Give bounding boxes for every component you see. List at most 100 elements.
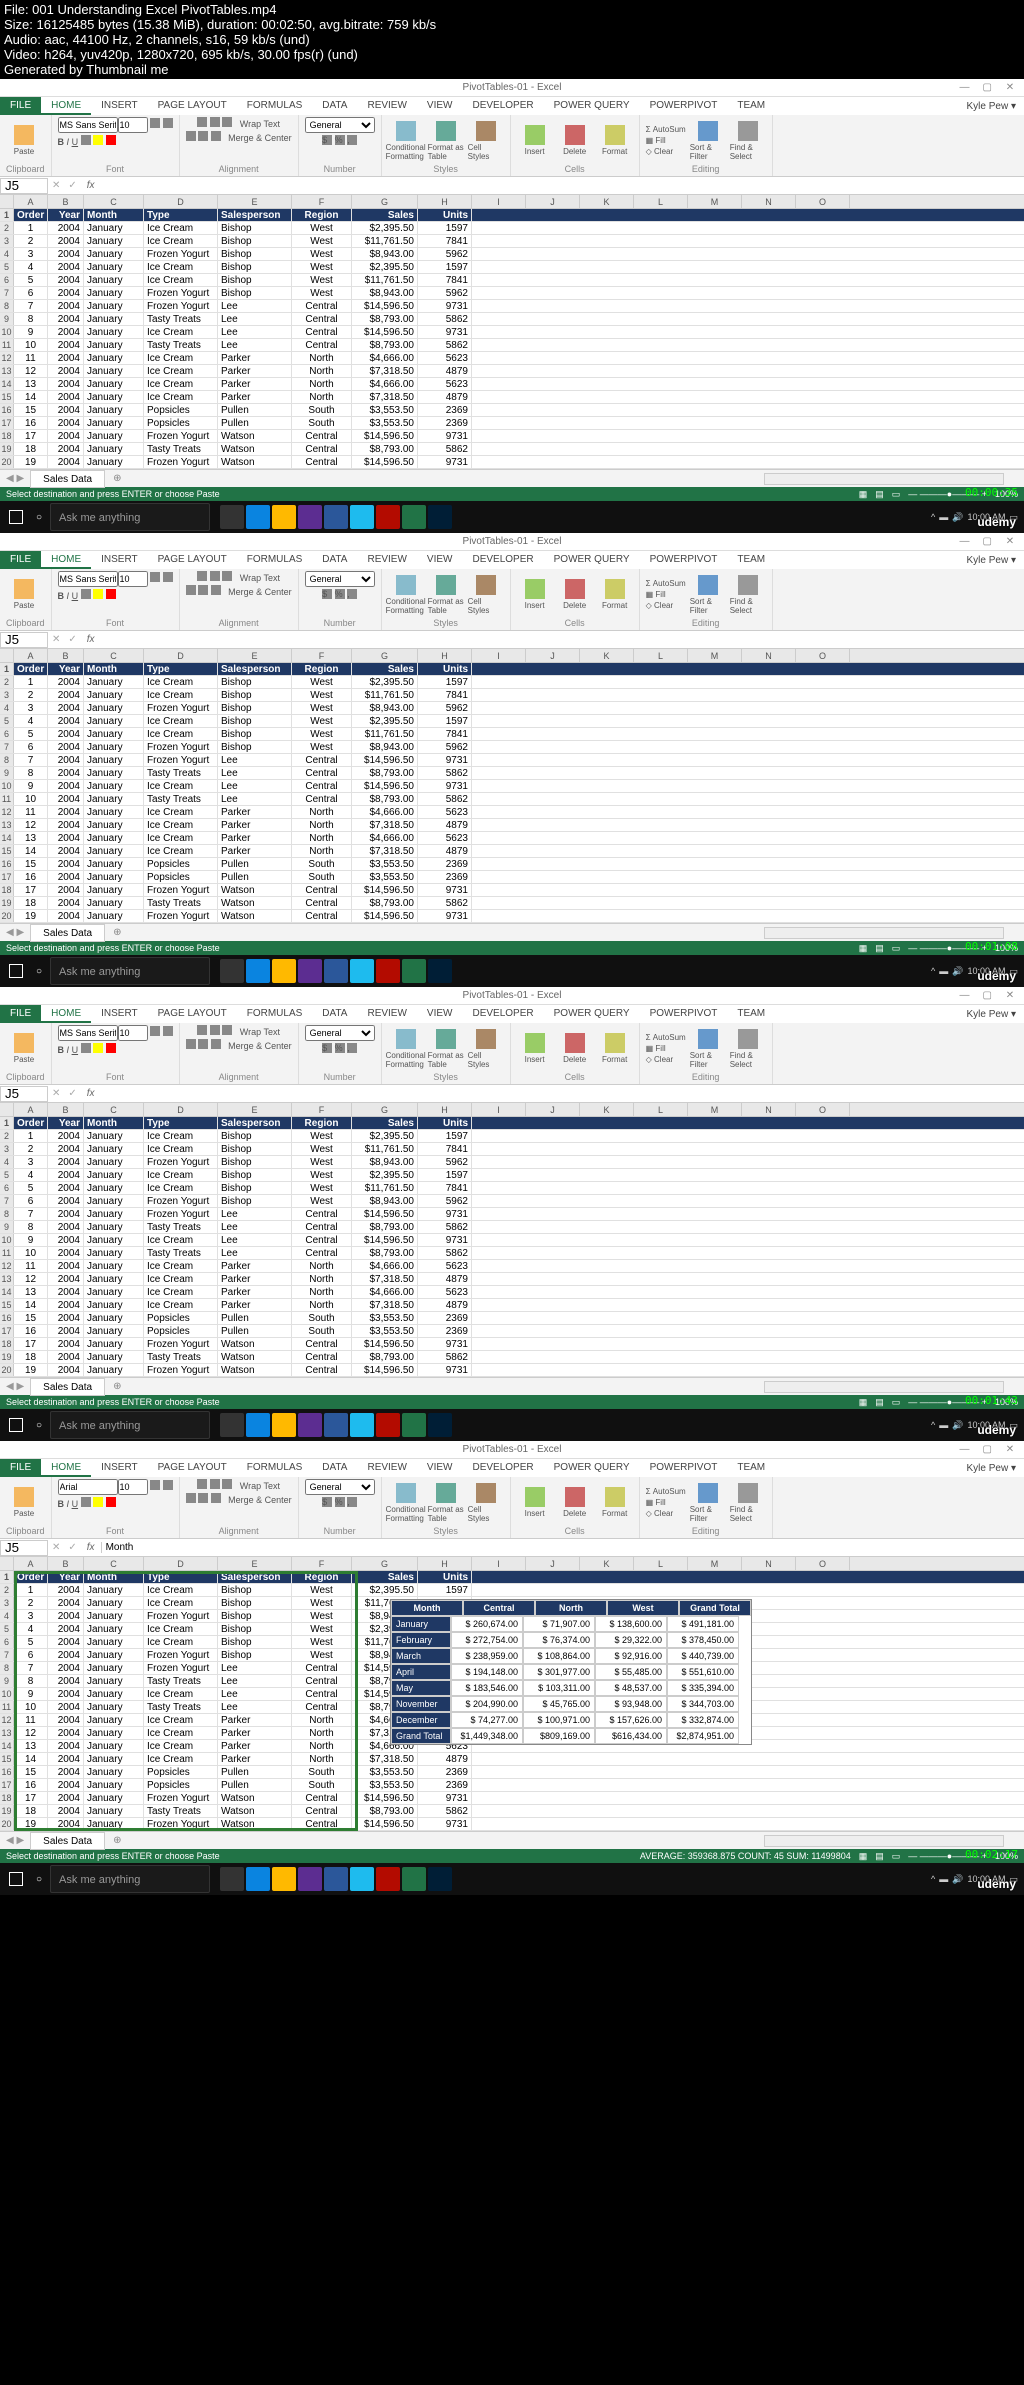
cell-region[interactable]: West bbox=[292, 1143, 352, 1155]
col-header-L[interactable]: L bbox=[634, 195, 688, 208]
view-normal-icon[interactable]: ▦ bbox=[859, 1849, 868, 1863]
cell-year[interactable]: 2004 bbox=[48, 793, 84, 805]
pivot-cell[interactable]: $ 48,537.00 bbox=[595, 1680, 667, 1696]
enter-icon[interactable]: ✓ bbox=[64, 180, 80, 191]
tray-volume-icon[interactable]: 🔊 bbox=[952, 1874, 963, 1885]
cell-month[interactable]: January bbox=[84, 222, 144, 234]
cell-month[interactable]: January bbox=[84, 1156, 144, 1168]
cell-units[interactable]: 5862 bbox=[418, 339, 472, 351]
ribbon-tab-team[interactable]: TEAM bbox=[727, 97, 775, 115]
cell-salesperson[interactable]: Pullen bbox=[218, 871, 292, 883]
cell-sales[interactable]: $8,793.00 bbox=[352, 793, 418, 805]
cell-region[interactable]: North bbox=[292, 819, 352, 831]
cell-year[interactable]: 2004 bbox=[48, 1143, 84, 1155]
percent-icon[interactable]: % bbox=[335, 589, 345, 599]
cell-month[interactable]: January bbox=[84, 261, 144, 273]
cell-year[interactable]: 2004 bbox=[48, 326, 84, 338]
row-number[interactable]: 18 bbox=[0, 1792, 14, 1804]
cell-units[interactable]: 9731 bbox=[418, 1338, 472, 1350]
col-header-D[interactable]: D bbox=[144, 649, 218, 662]
number-format-select[interactable]: General bbox=[305, 571, 375, 587]
row-number[interactable]: 15 bbox=[0, 845, 14, 857]
fill-button[interactable]: ▦ Fill bbox=[646, 589, 686, 600]
row-number[interactable]: 6 bbox=[0, 1636, 14, 1648]
cell-salesperson[interactable]: Parker bbox=[218, 1286, 292, 1298]
col-header-M[interactable]: M bbox=[688, 649, 742, 662]
header-region[interactable]: Region bbox=[292, 1571, 352, 1583]
cell-month[interactable]: January bbox=[84, 404, 144, 416]
cell-region[interactable]: West bbox=[292, 274, 352, 286]
underline-button[interactable]: U bbox=[72, 1045, 79, 1055]
pivot-cell[interactable]: $2,874,951.00 bbox=[667, 1728, 739, 1744]
delete-cells-button[interactable]: Delete bbox=[557, 125, 593, 156]
cell-units[interactable]: 9731 bbox=[418, 1234, 472, 1246]
row-number[interactable]: 10 bbox=[0, 1234, 14, 1246]
col-header-E[interactable]: E bbox=[218, 649, 292, 662]
row-number[interactable]: 4 bbox=[0, 248, 14, 260]
cell-year[interactable]: 2004 bbox=[48, 378, 84, 390]
cell-year[interactable]: 2004 bbox=[48, 1818, 84, 1830]
cell-units[interactable]: 5862 bbox=[418, 1805, 472, 1817]
cell-region[interactable]: South bbox=[292, 1325, 352, 1337]
cell-order[interactable]: 5 bbox=[14, 1636, 48, 1648]
visual-studio-icon[interactable] bbox=[298, 1413, 322, 1437]
cell-region[interactable]: West bbox=[292, 1584, 352, 1596]
cell-year[interactable]: 2004 bbox=[48, 1130, 84, 1142]
header-month[interactable]: Month bbox=[84, 209, 144, 221]
cell-order[interactable]: 10 bbox=[14, 1701, 48, 1713]
tray-network-icon[interactable]: ▬ bbox=[939, 1874, 948, 1884]
cell-sales[interactable]: $7,318.50 bbox=[352, 391, 418, 403]
cell-sales[interactable]: $14,596.50 bbox=[352, 300, 418, 312]
cell-order[interactable]: 2 bbox=[14, 689, 48, 701]
cell-month[interactable]: January bbox=[84, 1610, 144, 1622]
cell-sales[interactable]: $2,395.50 bbox=[352, 715, 418, 727]
cell-order[interactable]: 6 bbox=[14, 1195, 48, 1207]
cell-salesperson[interactable]: Lee bbox=[218, 1701, 292, 1713]
maximize-button[interactable]: ▢ bbox=[977, 79, 997, 97]
ribbon-tab-power-query[interactable]: POWER QUERY bbox=[544, 1459, 640, 1477]
cell-year[interactable]: 2004 bbox=[48, 1753, 84, 1765]
font-size-select[interactable] bbox=[118, 117, 148, 133]
cell-type[interactable]: Ice Cream bbox=[144, 261, 218, 273]
cell-salesperson[interactable]: Lee bbox=[218, 326, 292, 338]
cell-salesperson[interactable]: Bishop bbox=[218, 1649, 292, 1661]
col-header-B[interactable]: B bbox=[48, 649, 84, 662]
pivot-row-label[interactable]: March bbox=[391, 1648, 451, 1664]
ie-icon[interactable] bbox=[350, 959, 374, 983]
autosum-button[interactable]: Σ AutoSum bbox=[646, 578, 686, 589]
cell-units[interactable]: 5862 bbox=[418, 1351, 472, 1363]
visual-studio-icon[interactable] bbox=[298, 1867, 322, 1891]
col-header-E[interactable]: E bbox=[218, 1103, 292, 1116]
row-number[interactable]: 3 bbox=[0, 1597, 14, 1609]
cell-salesperson[interactable]: Bishop bbox=[218, 1610, 292, 1622]
pivot-row-label[interactable]: January bbox=[391, 1616, 451, 1632]
visual-studio-icon[interactable] bbox=[298, 959, 322, 983]
cell-region[interactable]: North bbox=[292, 1260, 352, 1272]
tray-chevron-icon[interactable]: ^ bbox=[931, 1420, 935, 1430]
cell-region[interactable]: Central bbox=[292, 1662, 352, 1674]
visual-studio-icon[interactable] bbox=[298, 505, 322, 529]
cell-order[interactable]: 10 bbox=[14, 793, 48, 805]
cell-type[interactable]: Ice Cream bbox=[144, 1623, 218, 1635]
ribbon-tab-view[interactable]: VIEW bbox=[417, 551, 463, 569]
cell-year[interactable]: 2004 bbox=[48, 910, 84, 922]
increase-font-icon[interactable] bbox=[150, 118, 160, 128]
cell-salesperson[interactable]: Parker bbox=[218, 1727, 292, 1739]
align-left-icon[interactable] bbox=[186, 1493, 196, 1503]
cell-region[interactable]: West bbox=[292, 1649, 352, 1661]
number-format-select[interactable]: General bbox=[305, 1025, 375, 1041]
cell-type[interactable]: Frozen Yogurt bbox=[144, 754, 218, 766]
pivot-cell[interactable]: $ 204,990.00 bbox=[451, 1696, 523, 1712]
excel-icon[interactable] bbox=[402, 959, 426, 983]
ribbon-tab-page-layout[interactable]: PAGE LAYOUT bbox=[148, 1459, 237, 1477]
cell-month[interactable]: January bbox=[84, 806, 144, 818]
cell-region[interactable]: West bbox=[292, 1130, 352, 1142]
cell-year[interactable]: 2004 bbox=[48, 391, 84, 403]
row-number[interactable]: 16 bbox=[0, 404, 14, 416]
col-header-O[interactable]: O bbox=[796, 649, 850, 662]
file-explorer-icon[interactable] bbox=[272, 505, 296, 529]
row-number[interactable]: 13 bbox=[0, 1727, 14, 1739]
cell-type[interactable]: Ice Cream bbox=[144, 715, 218, 727]
sort-filter-button[interactable]: Sort & Filter bbox=[690, 1029, 726, 1069]
cell-order[interactable]: 18 bbox=[14, 897, 48, 909]
